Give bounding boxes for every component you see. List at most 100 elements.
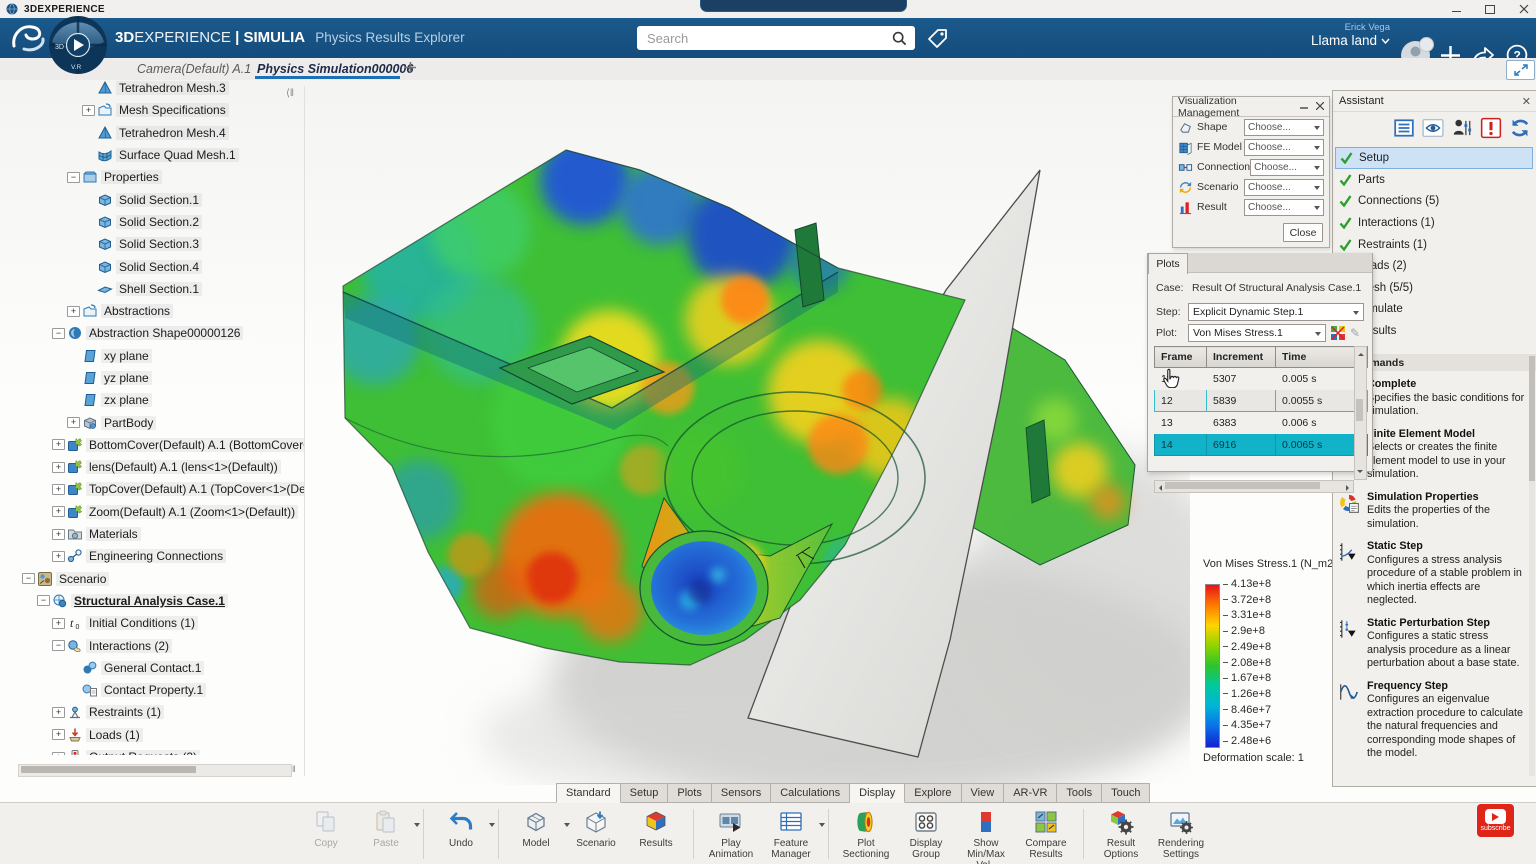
assistant-close-icon[interactable]: ✕ — [1522, 95, 1531, 108]
play-animation-button[interactable]: Play Animation — [703, 808, 759, 860]
frame-row[interactable]: 1153070.005 s — [1155, 368, 1368, 390]
tab-camera-default[interactable]: Camera(Default) A.1 — [137, 58, 251, 79]
tree-item[interactable]: −Properties — [18, 166, 304, 188]
eye-icon[interactable] — [1422, 117, 1444, 139]
tree-item[interactable]: +Output Requests (2) — [18, 746, 304, 755]
tree-item[interactable]: Shell Section.1 — [18, 278, 304, 300]
tree-item[interactable]: +PartBody — [18, 411, 304, 433]
rendering-settings-button[interactable]: Rendering Settings — [1153, 808, 1209, 860]
viz-choose-dropdown[interactable]: Choose... — [1244, 119, 1324, 136]
model-button[interactable]: Model — [508, 808, 564, 849]
3dexperience-compass[interactable]: 3D V.R — [47, 14, 109, 81]
search-input[interactable] — [637, 31, 892, 46]
expand-icon[interactable]: + — [52, 462, 65, 473]
tree-item[interactable]: +Engineering Connections — [18, 545, 304, 567]
ribbon-tab-setup[interactable]: Setup — [621, 783, 669, 803]
tree-item[interactable]: +Restraints (1) — [18, 701, 304, 723]
display-group-button[interactable]: Display Group — [898, 808, 954, 860]
cell-increment[interactable]: 5307 — [1207, 368, 1276, 390]
viz-choose-dropdown[interactable]: Choose... — [1244, 179, 1324, 196]
expand-icon[interactable]: + — [52, 707, 65, 718]
viz-choose-dropdown[interactable]: Choose... — [1250, 159, 1324, 176]
tree-item[interactable]: +Mesh Specifications — [18, 99, 304, 121]
tree-horizontal-scrollbar[interactable] — [18, 764, 292, 777]
3d-viewport[interactable] — [320, 135, 1190, 785]
cell-frame[interactable]: 14 — [1155, 434, 1207, 456]
expand-icon[interactable]: + — [52, 551, 65, 562]
tag-icon[interactable] — [926, 26, 950, 55]
tree-item[interactable]: Solid Section.4 — [18, 255, 304, 277]
tree-item[interactable]: General Contact.1 — [18, 657, 304, 679]
collapse-node-icon[interactable]: − — [52, 640, 65, 651]
tree-item[interactable]: −Abstraction Shape00000126 — [18, 322, 304, 344]
ribbon-tab-tools[interactable]: Tools — [1057, 783, 1102, 803]
tree-item[interactable]: Solid Section.1 — [18, 188, 304, 210]
feature-manager-button[interactable]: Feature Manager — [763, 808, 819, 860]
tree-item[interactable]: Tetrahedron Mesh.4 — [18, 122, 304, 144]
expand-icon[interactable]: + — [52, 439, 65, 450]
assistant-command-static-perturbation-step[interactable]: Static Perturbation Step Configures a st… — [1338, 617, 1525, 671]
tree-item[interactable]: +Materials — [18, 523, 304, 545]
compare-results-button[interactable]: Compare Results — [1018, 808, 1074, 860]
expand-icon[interactable]: + — [52, 529, 65, 540]
ribbon-tab-standard[interactable]: Standard — [556, 783, 621, 803]
cell-frame[interactable]: 13 — [1155, 412, 1207, 434]
column-header-frame[interactable]: Frame — [1155, 347, 1207, 368]
result-options-button[interactable]: Result Options — [1093, 808, 1149, 860]
tree-item[interactable]: Contact Property.1 — [18, 679, 304, 701]
tree-item[interactable]: +Zoom(Default) A.1 (Zoom<1>(Default)) — [18, 501, 304, 523]
viz-close-icon[interactable] — [1316, 101, 1324, 113]
table-vertical-scrollbar[interactable] — [1354, 346, 1367, 480]
ribbon-tab-sensors[interactable]: Sensors — [712, 783, 771, 803]
assistant-command-static-step[interactable]: Static Step Configures a stress analysis… — [1338, 540, 1525, 608]
assistant-step-connections-5-[interactable]: Connections (5) — [1335, 191, 1533, 213]
minimize-icon[interactable] — [1450, 3, 1462, 15]
assistant-scrollbar-thumb[interactable] — [1529, 356, 1535, 481]
tree-item[interactable]: Surface Quad Mesh.1 — [18, 144, 304, 166]
cell-increment[interactable]: 6383 — [1207, 412, 1276, 434]
cell-increment[interactable]: 6916 — [1207, 434, 1276, 456]
table-horizontal-scrollbar[interactable] — [1154, 480, 1354, 493]
collapse-node-icon[interactable]: − — [52, 328, 65, 339]
ribbon-tab-plots[interactable]: Plots — [668, 783, 711, 803]
cell-increment[interactable]: 5839 — [1207, 390, 1276, 412]
viz-minimize-icon[interactable] — [1300, 101, 1308, 113]
assistant-command-simulation-properties[interactable]: Simulation Properties Edits the properti… — [1338, 491, 1525, 532]
assistant-command-frequency-step[interactable]: Frequency Step Configures an eigenvalue … — [1338, 680, 1525, 761]
tree-item[interactable]: −Interactions (2) — [18, 634, 304, 656]
frame-row[interactable]: 1469160.0065 s — [1155, 434, 1368, 456]
ribbon-tab-view[interactable]: View — [962, 783, 1005, 803]
search-icon[interactable] — [892, 31, 907, 46]
assistant-step-interactions-1-[interactable]: Interactions (1) — [1335, 212, 1533, 234]
ribbon-tab-display[interactable]: Display — [850, 783, 905, 803]
expand-icon[interactable]: + — [52, 729, 65, 740]
ribbon-tab-touch[interactable]: Touch — [1102, 783, 1150, 803]
subscribe-button[interactable]: subscribe — [1477, 804, 1514, 837]
show-min-max-val--button[interactable]: Show Min/Max Val.. — [958, 808, 1014, 864]
person-sliders-icon[interactable] — [1451, 117, 1473, 139]
frame-row[interactable]: 1363830.006 s — [1155, 412, 1368, 434]
list-icon[interactable] — [1393, 117, 1415, 139]
ribbon-tab-calculations[interactable]: Calculations — [771, 783, 850, 803]
dropdown-caret-icon[interactable] — [414, 823, 420, 830]
collapse-node-icon[interactable]: − — [37, 595, 50, 606]
expand-icon[interactable]: + — [52, 618, 65, 629]
edit-plot-icon[interactable]: ✎ — [1350, 326, 1360, 340]
tree-item[interactable]: Solid Section.2 — [18, 211, 304, 233]
refresh-icon[interactable] — [1509, 117, 1531, 139]
expand-icon[interactable]: + — [82, 105, 95, 116]
tree-item[interactable]: yz plane — [18, 367, 304, 389]
new-tab-icon[interactable] — [404, 61, 417, 79]
tree-item[interactable]: +t0Initial Conditions (1) — [18, 612, 304, 634]
ribbon-tab-explore[interactable]: Explore — [905, 783, 961, 803]
expand-icon[interactable]: + — [52, 484, 65, 495]
maximize-icon[interactable] — [1484, 3, 1496, 15]
tree-item[interactable]: +Abstractions — [18, 300, 304, 322]
plot-dropdown[interactable]: Von Mises Stress.1 — [1188, 324, 1326, 342]
viz-close-button[interactable]: Close — [1283, 223, 1323, 242]
frame-row[interactable]: 1258390.0055 s — [1155, 390, 1368, 412]
tree-item[interactable]: −Structural Analysis Case.1 — [18, 590, 304, 612]
tree-item[interactable]: +lens(Default) A.1 (lens<1>(Default)) — [18, 456, 304, 478]
undo-button[interactable]: Undo — [433, 808, 489, 849]
collapse-node-icon[interactable]: − — [67, 172, 80, 183]
